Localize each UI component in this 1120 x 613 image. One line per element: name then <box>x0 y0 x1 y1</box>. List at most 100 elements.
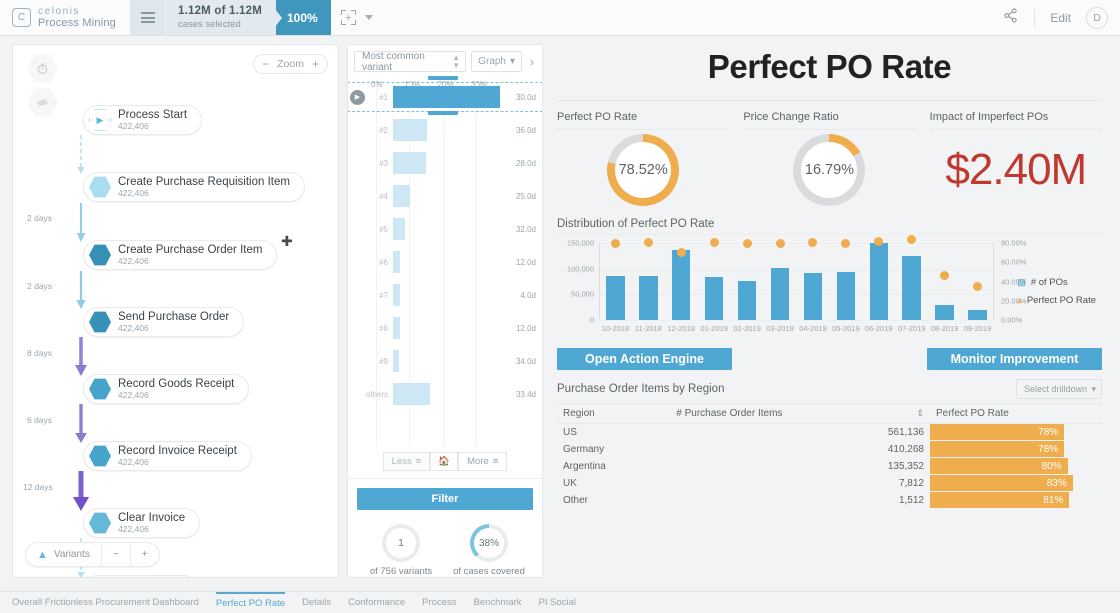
variant-bar <box>393 317 400 339</box>
chart-bar[interactable] <box>737 281 757 320</box>
variants-decrease-button[interactable]: − <box>102 549 130 560</box>
variant-row[interactable]: #5 32.0d <box>348 215 542 243</box>
chart-point[interactable] <box>676 248 686 258</box>
edit-button[interactable]: Edit <box>1035 11 1086 25</box>
chart-point[interactable] <box>643 238 653 248</box>
region-table: Region # Purchase Order Items ⇕ Perfect … <box>557 403 1102 509</box>
play-icon[interactable]: ▶ <box>350 89 365 105</box>
chart-bar[interactable] <box>968 310 987 320</box>
chart-point[interactable] <box>874 236 884 246</box>
chart-point[interactable] <box>907 234 917 244</box>
variant-duration: 12.0d <box>515 323 536 333</box>
chart-bar[interactable] <box>606 275 625 320</box>
variant-row[interactable]: #6 12.0d <box>348 248 542 276</box>
filter-button[interactable]: Filter <box>357 488 533 510</box>
table-row[interactable]: US 561,136 78% <box>557 423 1102 441</box>
brand-logo[interactable]: C celonis Process Mining <box>0 0 130 35</box>
sort-icon[interactable]: ⇕ <box>916 408 924 419</box>
selection-handle[interactable] <box>428 111 458 115</box>
x-axis-tick: 08-2019 <box>930 324 959 333</box>
variant-row[interactable]: ▶ #1 30.0d <box>348 82 542 112</box>
chart-point[interactable] <box>808 238 818 248</box>
share-icon[interactable] <box>987 7 1034 28</box>
tab-benchmark[interactable]: Benchmark <box>473 594 521 611</box>
variant-row[interactable]: #7 4.0d <box>348 281 542 309</box>
chart-bar[interactable] <box>704 276 724 320</box>
graph-node[interactable]: Create Purchase Order Item 422,406 <box>83 240 278 270</box>
selection-handle[interactable] <box>428 76 458 80</box>
variant-row[interactable]: #2 36.0d <box>348 116 542 144</box>
open-action-engine-button[interactable]: Open Action Engine <box>557 348 732 370</box>
chart-title: Distribution of Perfect PO Rate <box>557 218 715 230</box>
chart-bar[interactable] <box>836 271 856 320</box>
variant-row[interactable]: #8 12.0d <box>348 314 542 342</box>
chart-bar[interactable] <box>639 276 658 320</box>
chart-point[interactable] <box>610 238 620 248</box>
table-row[interactable]: Germany 410,268 78% <box>557 440 1102 458</box>
menu-button[interactable] <box>130 0 166 35</box>
legend-item[interactable]: ▧ # of POs <box>1017 277 1096 288</box>
tab-perfect-po-rate[interactable]: Perfect PO Rate <box>215 592 286 612</box>
tab-details[interactable]: Details <box>302 594 331 611</box>
chart-point[interactable] <box>709 238 719 248</box>
avatar[interactable]: D <box>1086 6 1108 29</box>
tab-process[interactable]: Process <box>422 594 456 611</box>
table-row[interactable]: Other 1,512 81% <box>557 491 1102 509</box>
variant-sort-select[interactable]: Most common variant ▲ ▼ <box>354 51 467 73</box>
variant-row[interactable]: others 33.4d <box>348 380 542 408</box>
selection-tool[interactable]: + <box>331 0 383 35</box>
chart-point[interactable] <box>775 238 785 248</box>
distribution-chart: 0 50,000 100,000 150,000 0.00% 20.00% 40.00% 60… <box>557 234 1102 342</box>
chart-point[interactable] <box>841 238 851 248</box>
kpi-card: Impact of Imperfect POs $2.40M <box>929 111 1102 210</box>
activity-icon <box>89 244 111 266</box>
monitor-improvement-button[interactable]: Monitor Improvement <box>927 348 1102 370</box>
cases-selected-indicator[interactable]: 1.12M of 1.12M cases selected <box>166 0 276 35</box>
cell-rate: 80% <box>930 457 1102 475</box>
chart-bar[interactable] <box>672 249 691 320</box>
table-row[interactable]: Argentina 135,352 80% <box>557 457 1102 475</box>
cell-region: Argentina <box>557 457 671 475</box>
graph-node[interactable]: Clear Invoice 422,406 <box>83 508 201 538</box>
graph-mode-button[interactable]: Graph ▾ <box>471 51 522 72</box>
drilldown-select[interactable]: Select drilldown ▾ <box>1016 379 1102 399</box>
node-value: 422,406 <box>118 187 149 198</box>
table-row[interactable]: UK 7,812 83% <box>557 474 1102 492</box>
chart-bar[interactable] <box>869 243 888 320</box>
home-button[interactable]: 🏠 <box>430 452 459 471</box>
chart-point[interactable] <box>940 271 950 281</box>
tab-pi-social[interactable]: PI Social <box>539 594 577 611</box>
tab-overall-frictionless-procurement-dashboard[interactable]: Overall Frictionless Procurement Dashboa… <box>12 594 199 611</box>
tab-conformance[interactable]: Conformance <box>348 594 405 611</box>
variants-button[interactable]: ▲ Variants <box>26 549 101 561</box>
next-arrow-icon[interactable]: › <box>527 55 537 69</box>
column-header-rate[interactable]: Perfect PO Rate <box>930 403 1102 424</box>
variant-id: #9 <box>379 356 388 366</box>
graph-node[interactable]: Record Invoice Receipt 422,406 <box>83 441 252 471</box>
graph-node[interactable]: Create Purchase Requisition Item 422,406 <box>83 172 305 202</box>
variant-bar <box>393 251 400 273</box>
variants-increase-button[interactable]: + <box>131 549 159 560</box>
node-value: 422,406 <box>118 322 149 333</box>
chart-point[interactable] <box>973 281 983 291</box>
graph-node[interactable]: ▶ Process Start 422,406 <box>83 105 203 135</box>
chart-point[interactable] <box>742 238 752 248</box>
variant-row[interactable]: #9 34.0d <box>348 347 542 375</box>
chart-bar[interactable] <box>770 268 790 320</box>
graph-node[interactable]: ■ Process End 422,406 <box>83 575 199 577</box>
chart-bar[interactable] <box>902 256 921 320</box>
chevron-down-icon[interactable] <box>364 15 373 20</box>
column-header-items[interactable]: # Purchase Order Items ⇕ <box>670 403 930 424</box>
variant-bar <box>393 284 400 306</box>
variant-row[interactable]: #4 25.0d <box>348 182 542 210</box>
less-button[interactable]: Less ≡ <box>382 452 431 471</box>
graph-node[interactable]: Record Goods Receipt 422,406 <box>83 374 250 404</box>
graph-node[interactable]: Send Purchase Order 422,406 <box>83 307 245 337</box>
chart-bar[interactable] <box>935 305 954 320</box>
variant-row[interactable]: #3 28.0d <box>348 149 542 177</box>
column-header-region[interactable]: Region <box>557 403 671 424</box>
more-button[interactable]: More ≡ <box>458 452 508 471</box>
legend-item[interactable]: ▴ Perfect PO Rate <box>1017 295 1096 306</box>
y2-axis-tick: 80.00% <box>1001 238 1027 248</box>
chart-bar[interactable] <box>803 272 823 320</box>
